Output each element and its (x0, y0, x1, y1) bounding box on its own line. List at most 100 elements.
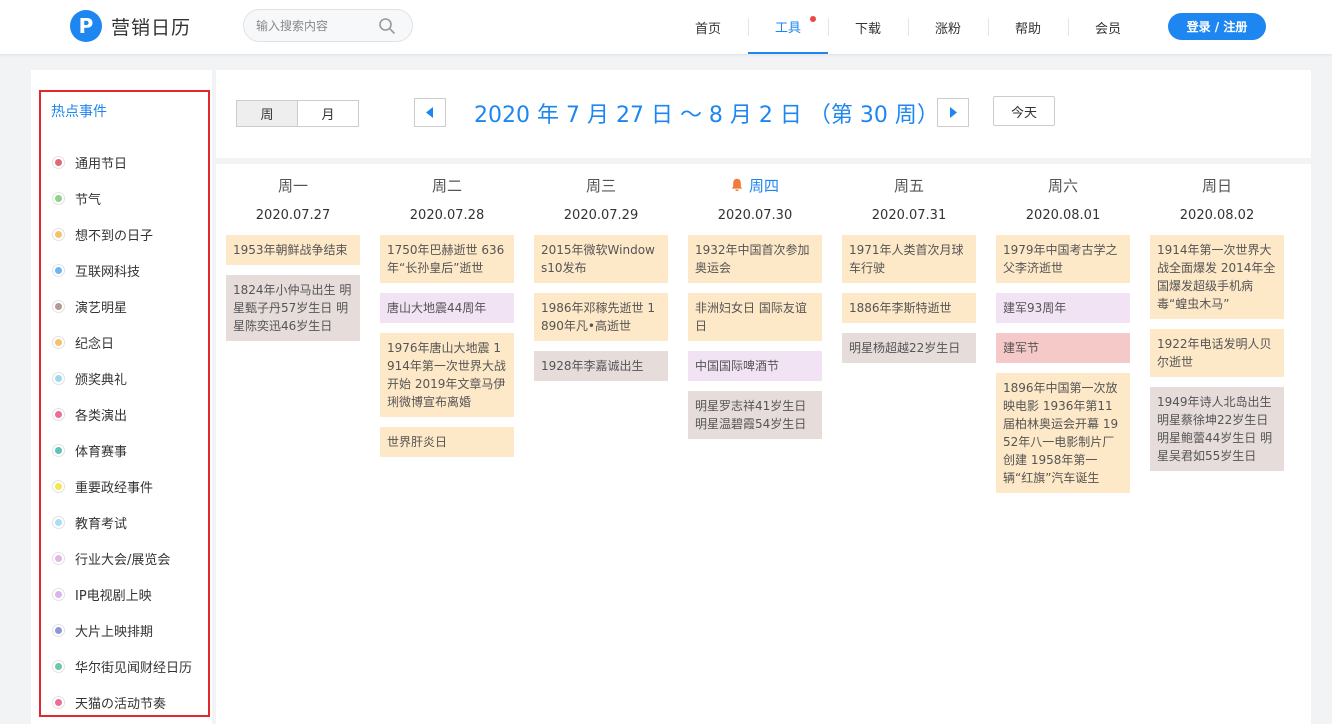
event-card[interactable]: 中国国际啤酒节 (688, 351, 822, 381)
category-item[interactable]: IP电视剧上映 (52, 576, 192, 612)
category-item[interactable]: 通用节日 (52, 144, 192, 180)
event-card[interactable]: 建军93周年 (996, 293, 1130, 323)
event-list: 1750年巴赫逝世 636年“长孙皇后”逝世唐山大地震44周年 1976年唐山大地… (380, 235, 514, 457)
nav-download[interactable]: 下载 (828, 0, 908, 54)
event-card[interactable]: 1750年巴赫逝世 636年“长孙皇后”逝世 (380, 235, 514, 283)
day-date: 2020.08.02 (1179, 207, 1255, 223)
category-label: 天猫の活动节奏 (75, 696, 167, 712)
event-list: 1953年朝鲜战争结束 1824年小仲马出生 明星甄子丹57岁生日 明星陈奕迅46… (226, 235, 360, 341)
event-list: 1914年第一次世界大战全面爆发 2014年全国爆发超级手机病毒“蝗虫木马” 19… (1150, 235, 1284, 471)
day-column: 周日 2020.08.02 1914年第一次世界大战全面爆发 2014年全国爆发超级… (1150, 170, 1284, 481)
search-input[interactable] (256, 16, 376, 36)
logo[interactable]: P 营销日历 (70, 10, 191, 42)
day-date: 2020.07.31 (871, 207, 947, 223)
category-color-dot-icon (52, 659, 65, 673)
login-register-button[interactable]: 登录 / 注册 (1168, 13, 1266, 40)
event-card[interactable]: 非洲妇女日 国际友谊日 (688, 293, 822, 341)
event-card[interactable]: 1922年电话发明人贝尔逝世 (1150, 329, 1284, 377)
search-icon[interactable] (378, 17, 396, 35)
category-item[interactable]: 体育赛事 (52, 432, 192, 468)
bell-icon (731, 178, 743, 192)
date-range-title: 2020 年 7 月 27 日 ～ 8 月 2 日 （第 30 周） (474, 103, 939, 128)
category-item[interactable]: 互联网科技 (52, 252, 192, 288)
category-label: 互联网科技 (75, 264, 141, 280)
category-color-dot-icon (52, 587, 65, 601)
day-header: 周六 (996, 170, 1130, 200)
color-swatch (55, 158, 62, 166)
event-card[interactable]: 1976年唐山大地震 1914年第一次世界大战开始 2019年文章马伊琍微博宣布… (380, 333, 514, 417)
category-color-dot-icon (52, 479, 65, 493)
category-item[interactable]: 教育考试 (52, 504, 192, 540)
day-name: 周日 (1201, 176, 1232, 195)
view-toggle: 周 月 (236, 100, 359, 127)
event-card[interactable]: 明星杨超越22岁生日 (842, 333, 976, 363)
next-week-button[interactable] (937, 98, 969, 127)
category-label: 想不到の日子 (75, 228, 154, 244)
color-swatch (55, 194, 62, 202)
color-swatch (55, 626, 62, 634)
category-color-dot-icon (52, 263, 65, 277)
today-button[interactable]: 今天 (993, 96, 1055, 126)
event-card[interactable]: 2015年微软Windows10发布 (534, 235, 668, 283)
day-name: 周五 (893, 176, 924, 195)
category-item[interactable]: 行业大会/展览会 (52, 540, 192, 576)
event-card[interactable]: 唐山大地震44周年 (380, 293, 514, 323)
category-item[interactable]: 纪念日 (52, 324, 192, 360)
view-week-button[interactable]: 周 (237, 101, 298, 126)
event-card[interactable]: 建军节 (996, 333, 1130, 363)
color-swatch (55, 554, 62, 562)
nav-home[interactable]: 首页 (668, 0, 748, 54)
category-item[interactable]: 重要政经事件 (52, 468, 192, 504)
day-name: 周一 (277, 176, 308, 195)
event-card[interactable]: 明星罗志祥41岁生日 明星温碧霞54岁生日 (688, 391, 822, 439)
event-card[interactable]: 1953年朝鲜战争结束 (226, 235, 360, 265)
event-card[interactable]: 1979年中国考古学之父李济逝世 (996, 235, 1130, 283)
nav-help[interactable]: 帮助 (988, 0, 1068, 54)
category-color-dot-icon (52, 227, 65, 241)
category-item[interactable]: 华尔街见闻财经日历 (52, 648, 192, 684)
day-name: 周四 (748, 176, 779, 195)
category-item[interactable]: 各类演出 (52, 396, 192, 432)
nav-membership[interactable]: 会员 (1068, 0, 1148, 54)
nav-tools[interactable]: 工具 (748, 0, 828, 54)
event-card[interactable]: 1886年李斯特逝世 (842, 293, 976, 323)
nav-followers[interactable]: 涨粉 (908, 0, 988, 54)
category-item[interactable]: 演艺明星 (52, 288, 192, 324)
chevron-left-icon (426, 107, 433, 118)
event-card[interactable]: 1914年第一次世界大战全面爆发 2014年全国爆发超级手机病毒“蝗虫木马” (1150, 235, 1284, 319)
category-item[interactable]: 天猫の活动节奏 (52, 684, 192, 720)
view-month-button[interactable]: 月 (298, 101, 358, 126)
event-card[interactable]: 世界肝炎日 (380, 427, 514, 457)
category-item[interactable]: 节气 (52, 180, 192, 216)
prev-week-button[interactable] (414, 98, 446, 127)
chevron-right-icon (950, 107, 957, 118)
color-swatch (55, 230, 62, 238)
event-card[interactable]: 1986年邓稼先逝世 1890年凡•高逝世 (534, 293, 668, 341)
event-card[interactable]: 1928年李嘉诚出生 (534, 351, 668, 381)
category-item[interactable]: 想不到の日子 (52, 216, 192, 252)
category-color-dot-icon (52, 155, 65, 169)
event-card[interactable]: 1971年人类首次月球车行驶 (842, 235, 976, 283)
top-header: P 营销日历 首页 工具 下载 涨粉 帮助 会员 登录 / 注册 (0, 0, 1332, 54)
day-name: 周二 (431, 176, 462, 195)
category-color-dot-icon (52, 299, 65, 313)
category-label: 体育赛事 (75, 444, 128, 460)
logo-text: 营销日历 (111, 16, 192, 39)
category-color-dot-icon (52, 443, 65, 457)
event-card[interactable]: 1949年诗人北岛出生 明星蔡徐坤22岁生日 明星鲍蕾44岁生日 明星吴君如55… (1150, 387, 1284, 471)
category-item[interactable]: 颁奖典礼 (52, 360, 192, 396)
category-label: 华尔街见闻财经日历 (75, 660, 193, 676)
event-list: 1932年中国首次参加奥运会 非洲妇女日 国际友谊日中国国际啤酒节明星罗志祥41岁… (688, 235, 822, 439)
notification-dot (810, 16, 816, 22)
day-column: 周三 2020.07.29 2015年微软Windows10发布 1986年邓稼先逝世… (534, 170, 668, 391)
color-swatch (55, 338, 62, 346)
category-item[interactable]: 大片上映排期 (52, 612, 192, 648)
category-label: 教育考试 (75, 516, 128, 532)
category-color-dot-icon (52, 335, 65, 349)
color-swatch (55, 590, 62, 598)
event-card[interactable]: 1932年中国首次参加奥运会 (688, 235, 822, 283)
event-card[interactable]: 1824年小仲马出生 明星甄子丹57岁生日 明星陈奕迅46岁生日 (226, 275, 360, 341)
color-swatch (55, 374, 62, 382)
event-list: 1979年中国考古学之父李济逝世建军93周年 建军节 1896年中国第一次放映电影 … (996, 235, 1130, 493)
event-card[interactable]: 1896年中国第一次放映电影 1936年第11届柏林奥运会开幕 1952年八一电… (996, 373, 1130, 493)
